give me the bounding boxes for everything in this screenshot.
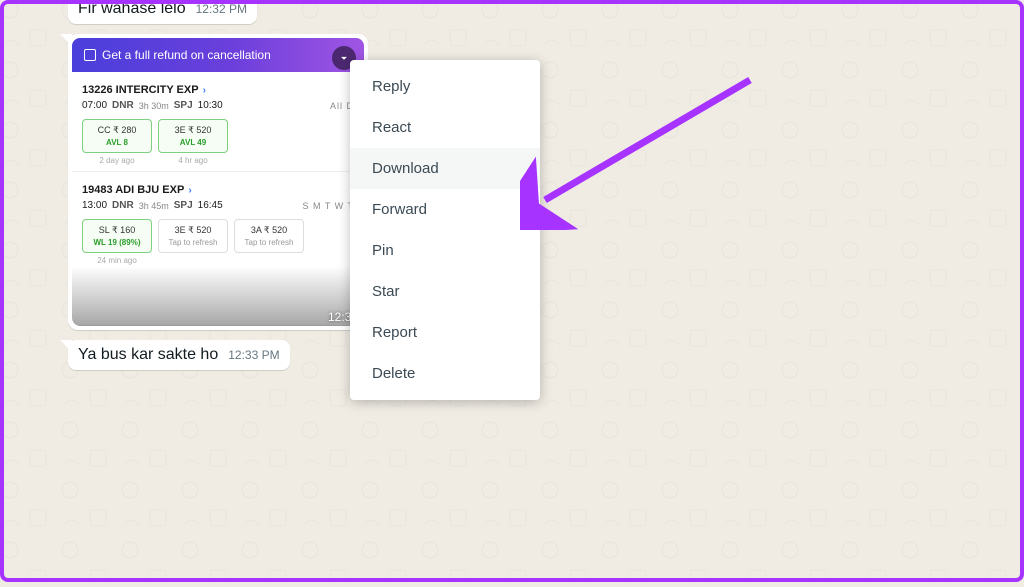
menu-reply[interactable]: Reply bbox=[350, 66, 540, 107]
message-text: Fir wahase lelo bbox=[78, 0, 186, 18]
chevron-right-icon: › bbox=[203, 85, 206, 96]
fare-chip: CC ₹ 280 AVL 8 bbox=[82, 119, 152, 153]
checkbox-icon bbox=[84, 49, 96, 61]
banner-text: Get a full refund on cancellation bbox=[102, 48, 271, 62]
message-time: 12:32 PM bbox=[196, 2, 247, 16]
chevron-right-icon: › bbox=[188, 185, 191, 196]
menu-react[interactable]: React bbox=[350, 107, 540, 148]
menu-download[interactable]: Download bbox=[350, 148, 540, 189]
fare-chip: 3E ₹ 520 AVL 49 bbox=[158, 119, 228, 153]
chevron-down-icon bbox=[337, 51, 351, 65]
fare-chip: 3E ₹ 520 Tap to refresh bbox=[158, 219, 228, 253]
incoming-message[interactable]: Ya bus kar sakte ho 12:33 PM bbox=[68, 340, 290, 370]
train-title: 19483 ADI BJU EXP› bbox=[82, 184, 354, 196]
fare-chip: 3A ₹ 520 Tap to refresh bbox=[234, 219, 304, 253]
menu-forward[interactable]: Forward bbox=[350, 189, 540, 230]
menu-delete[interactable]: Delete bbox=[350, 353, 540, 394]
image-message[interactable]: Get a full refund on cancellation 13226 … bbox=[68, 34, 368, 330]
train-schedule: 07:00 DNR 3h 30m SPJ 10:30 All D bbox=[82, 100, 354, 111]
menu-star[interactable]: Star bbox=[350, 271, 540, 312]
fare-chip: SL ₹ 160 WL 19 (89%) bbox=[82, 219, 152, 253]
context-menu: Reply React Download Forward Pin Star Re… bbox=[350, 60, 540, 400]
train-image-content: Get a full refund on cancellation 13226 … bbox=[72, 38, 364, 326]
menu-report[interactable]: Report bbox=[350, 312, 540, 353]
refund-banner: Get a full refund on cancellation bbox=[72, 38, 364, 72]
train-item: 13226 INTERCITY EXP› 07:00 DNR 3h 30m SP… bbox=[72, 72, 364, 172]
menu-pin[interactable]: Pin bbox=[350, 230, 540, 271]
message-time: 12:33 PM bbox=[228, 348, 279, 362]
train-schedule: 13:00 DNR 3h 45m SPJ 16:45 S M T W T bbox=[82, 200, 354, 211]
message-text: Ya bus kar sakte ho bbox=[78, 346, 218, 364]
train-title: 13226 INTERCITY EXP› bbox=[82, 84, 354, 96]
incoming-message[interactable]: Fir wahase lelo 12:32 PM bbox=[68, 0, 257, 24]
